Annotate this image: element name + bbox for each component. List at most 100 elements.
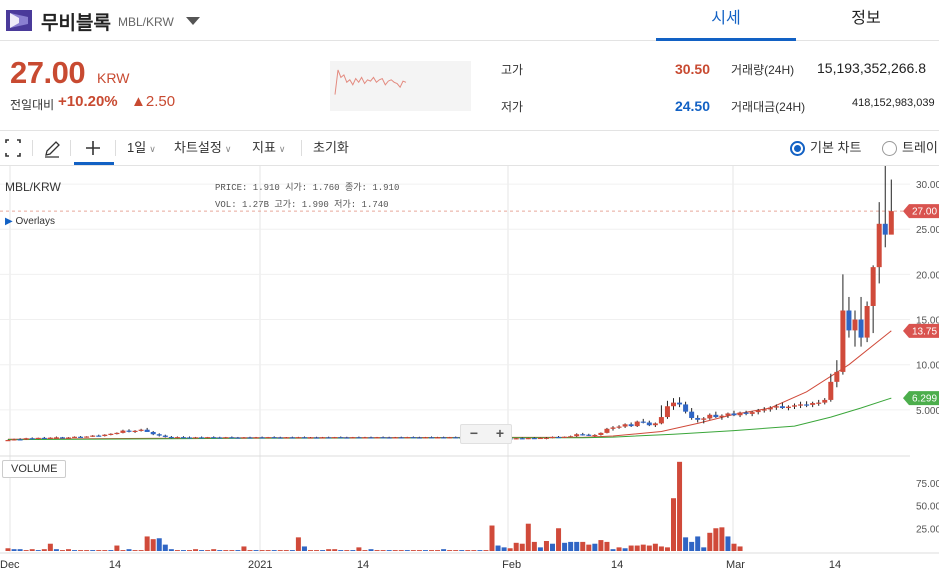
last-price-tag-text: 27.00 — [912, 207, 937, 218]
volume-bar — [11, 549, 17, 551]
candle-body — [114, 432, 120, 435]
volume-bar — [90, 550, 96, 551]
tradingview-label[interactable]: 트레이 — [902, 131, 938, 165]
fullscreen-icon[interactable] — [4, 131, 24, 165]
candle-body — [259, 437, 265, 439]
candle-body — [11, 439, 17, 441]
interval-select[interactable]: 1일 ∨ — [127, 131, 156, 165]
chart-settings-menu[interactable]: 차트설정 ∨ — [174, 131, 231, 165]
play-triangle-icon: ▶ — [5, 216, 13, 227]
volume-bar — [5, 548, 11, 551]
price-tick-label: 25.00 — [916, 225, 939, 236]
candle-body — [761, 409, 767, 411]
candle-body — [556, 436, 562, 439]
ma-long-tag: 6.299 — [903, 391, 939, 406]
volume-bar — [701, 547, 707, 551]
tradingview-radio[interactable] — [882, 141, 897, 156]
candle-body — [689, 411, 695, 418]
reset-button[interactable]: 초기화 — [313, 131, 349, 165]
candle-body — [150, 431, 156, 435]
candle-body — [392, 437, 398, 439]
volume-bar — [253, 550, 259, 551]
candle-body — [846, 310, 852, 331]
candle-body — [888, 211, 894, 235]
date-tick-label: 2021 — [248, 559, 272, 571]
zoom-out-button[interactable]: − — [461, 425, 487, 443]
volume-bar — [683, 537, 689, 551]
volume-bar — [574, 541, 580, 551]
volume-bar — [96, 550, 102, 551]
volume-bar — [332, 549, 338, 551]
volume-bar — [537, 547, 543, 551]
coin-name[interactable]: 무비블록 — [41, 8, 111, 35]
candle-body — [168, 436, 174, 439]
candle-body — [156, 434, 162, 436]
ma-long-tag-text: 6.299 — [912, 394, 937, 405]
volume-bar — [199, 550, 205, 551]
candle-body — [398, 437, 404, 439]
volume-bar — [465, 550, 471, 551]
date-tick-label: 14 — [829, 559, 841, 571]
volume-bar — [78, 550, 84, 551]
volume-bar — [53, 549, 59, 551]
chevron-down-icon: ∨ — [278, 144, 286, 154]
volume-bar — [277, 550, 283, 551]
basic-chart-radio[interactable] — [790, 141, 805, 156]
candle-body — [519, 438, 525, 440]
candle-body — [598, 432, 604, 435]
date-tick-label: Mar — [726, 559, 745, 571]
candle-body — [435, 437, 441, 439]
sparkline-line — [334, 69, 407, 95]
candle-body — [217, 437, 223, 439]
volume-panel-label: VOLUME — [2, 460, 67, 478]
volume-bar — [671, 498, 676, 551]
change-amount: ▲2.50 — [131, 93, 176, 110]
volume-bar — [604, 541, 610, 551]
candle-body — [138, 429, 144, 431]
candle-body — [574, 434, 580, 437]
candle-body — [882, 223, 888, 235]
volume-bar — [677, 461, 683, 551]
candle-body — [410, 437, 416, 439]
volume-bar — [392, 550, 398, 551]
candle-body — [211, 437, 217, 439]
candle-body — [223, 437, 229, 439]
candle-body — [622, 424, 628, 427]
indicators-menu[interactable]: 지표 ∨ — [252, 131, 286, 165]
candle-body — [447, 437, 453, 439]
volume-bar — [543, 540, 549, 551]
tab-info[interactable]: 정보 — [796, 0, 936, 41]
ma-short-tag-text: 13.75 — [912, 326, 937, 337]
coin-select-caret-icon[interactable] — [186, 17, 200, 25]
volume-bar — [350, 550, 356, 551]
volume-bar — [301, 546, 307, 551]
candle-body — [41, 437, 47, 440]
candle-body — [59, 437, 65, 439]
volume-bar — [205, 550, 211, 551]
ma-short-line — [7, 330, 892, 440]
crosshair-active-indicator — [74, 162, 114, 165]
draw-pencil-icon[interactable] — [43, 131, 63, 165]
date-tick-label: 14 — [109, 559, 121, 571]
candle-body — [713, 414, 719, 418]
candle-body — [725, 413, 731, 416]
volume-bar — [168, 549, 174, 551]
price-tick-label: 10.00 — [916, 361, 939, 372]
overlays-toggle[interactable]: ▶ Overlays — [5, 216, 55, 227]
candle-body — [767, 407, 773, 410]
price-chart[interactable]: 30.0025.0020.0015.0010.005.00075.0050.00… — [0, 166, 939, 579]
candle-body — [78, 436, 84, 438]
candle-body — [132, 430, 138, 432]
candle-body — [822, 399, 828, 403]
crosshair-add-icon[interactable] — [84, 131, 104, 165]
candle-body — [737, 412, 743, 416]
candle-body — [229, 437, 235, 439]
zoom-in-button[interactable]: + — [487, 425, 513, 443]
volume-bar — [386, 550, 392, 551]
basic-chart-label[interactable]: 기본 차트 — [810, 131, 861, 165]
chart-symbol: MBL/KRW — [5, 180, 61, 194]
candle-body — [804, 404, 810, 406]
current-price: 27.00 — [10, 55, 86, 90]
tab-price[interactable]: 시세 — [656, 0, 796, 41]
candle-body — [96, 435, 102, 437]
